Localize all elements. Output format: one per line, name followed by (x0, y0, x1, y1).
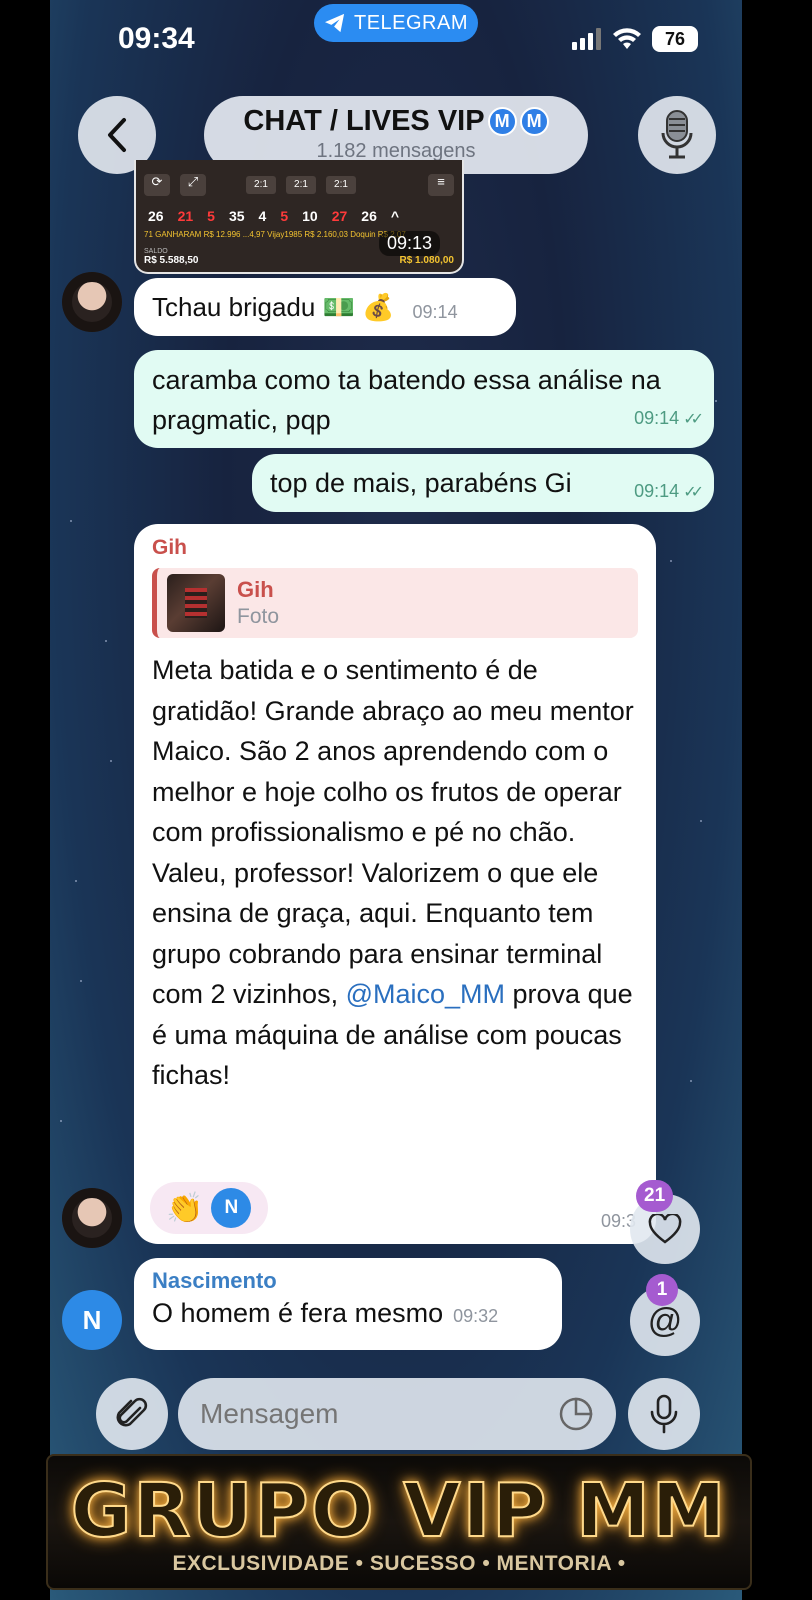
avatar[interactable]: N (62, 1290, 122, 1350)
bet-total: R$ 1.080,00 (399, 255, 455, 266)
mentions-count-badge: 1 (646, 1274, 678, 1306)
at-sign-icon: @ (647, 1301, 683, 1340)
read-checks-icon: ✓✓ (683, 484, 704, 501)
balance: SALDO R$ 5.588,50 (144, 248, 199, 266)
clapping-hands-icon: 👏 (166, 1191, 204, 1225)
roulette-number: 5 (207, 208, 215, 224)
reply-type: Foto (237, 605, 280, 628)
roulette-number: 26 (361, 208, 377, 224)
message-text: caramba como ta batendo essa análise na … (152, 365, 661, 435)
menu-icon: ≡ (428, 174, 454, 196)
right-black-border (742, 0, 812, 1600)
message-text-part: Meta batida e o sentimento é de gratidão… (152, 655, 634, 1009)
roulette-number: 35 (228, 208, 245, 224)
roulette-history: 26 21 5 35 4 5 10 27 26 ^ (148, 208, 399, 224)
reply-thumbnail (167, 574, 225, 632)
roulette-number: 4 (258, 208, 267, 224)
roulette-screenshot-image[interactable]: ⟳ ⤢ 2:1 2:1 2:1 ≡ 26 21 5 35 4 5 10 27 2… (134, 160, 464, 274)
read-checks-icon: ✓✓ (683, 411, 704, 428)
chevron-left-icon (108, 118, 126, 152)
outgoing-message[interactable]: caramba como ta batendo essa análise na … (134, 350, 714, 448)
roulette-number: 5 (280, 208, 289, 224)
reaction-chip[interactable]: 👏 N (150, 1182, 268, 1234)
m-badge-icon: M (519, 107, 549, 136)
mention-link[interactable]: @Maico_MM (346, 979, 505, 1009)
refresh-icon: ⟳ (144, 174, 170, 196)
reactor-avatar: N (211, 1188, 252, 1228)
message-meta: 09:14 ✓✓ (634, 395, 704, 440)
image-timestamp: 09:13 (378, 231, 440, 256)
reply-sender: Gih (237, 577, 274, 602)
group-avatar-button[interactable] (638, 96, 716, 174)
outgoing-message[interactable]: top de mais, parabéns Gi 09:14 ✓✓ (252, 454, 714, 512)
incoming-message[interactable]: Nascimento O homem é fera mesmo 09:32 (134, 1258, 562, 1350)
roulette-number: 21 (177, 208, 194, 224)
chevron-up-icon: ^ (390, 208, 400, 224)
message-text: top de mais, parabéns Gi (270, 467, 572, 498)
heart-icon (648, 1214, 682, 1244)
telegram-plane-icon (324, 13, 345, 33)
wifi-icon (613, 28, 641, 49)
roulette-number: 27 (331, 208, 348, 224)
message-input[interactable] (178, 1378, 616, 1450)
incoming-message[interactable]: Tchau brigadu 💵 💰 09:14 (134, 278, 516, 336)
paperclip-icon (116, 1397, 148, 1427)
avatar[interactable] (62, 272, 122, 332)
roulette-number: 26 (148, 208, 164, 224)
roulette-chip: 2:1 (246, 176, 276, 194)
microphone-icon (650, 1394, 678, 1434)
expand-icon: ⤢ (180, 174, 206, 196)
message-text: Meta batida e o sentimento é de gratidão… (152, 650, 638, 1096)
message-text: Tchau brigadu 💵 💰 (152, 291, 395, 322)
balance-value: R$ 5.588,50 (144, 255, 199, 266)
telegram-pill-label: TELEGRAM (353, 11, 469, 34)
voice-record-button[interactable] (628, 1378, 700, 1450)
message-time: 09:14 (412, 301, 458, 322)
chat-title: CHAT / LIVES VIP (243, 105, 485, 137)
sender-name[interactable]: Nascimento (152, 1268, 544, 1294)
roulette-chip: 2:1 (286, 176, 316, 194)
promo-banner: GRUPO VIP MM EXCLUSIVIDADE • SUCESSO • M… (46, 1454, 752, 1590)
reply-preview[interactable]: Gih Foto (152, 568, 638, 638)
banner-title: GRUPO VIP MM (70, 1467, 728, 1555)
sticker-button[interactable] (558, 1396, 594, 1432)
roulette-number: 10 (302, 208, 318, 224)
message-time: 09:14 (634, 481, 680, 501)
message-time: 09:14 (634, 408, 680, 428)
battery-indicator: 76 (652, 26, 698, 52)
status-icons: 76 (572, 26, 698, 52)
message-text: O homem é fera mesmo (152, 1298, 444, 1328)
avatar[interactable] (62, 1188, 122, 1248)
left-black-border (0, 0, 50, 1600)
balance-label: SALDO (144, 248, 168, 255)
attach-button[interactable] (96, 1378, 168, 1450)
sender-name[interactable]: Gih (152, 536, 638, 560)
reactions-count-badge: 21 (636, 1180, 674, 1212)
studio-microphone-icon (661, 110, 693, 159)
roulette-chip: 2:1 (326, 176, 356, 194)
chat-screen: 09:34 TELEGRAM 76 CHAT / LIVES VIP M M 1… (50, 0, 742, 1600)
sticker-icon (559, 1397, 593, 1431)
cellular-signal-icon (572, 28, 601, 50)
message-meta: 09:14 ✓✓ (634, 473, 704, 504)
status-time: 09:34 (118, 22, 195, 55)
m-badge-icon: M (487, 107, 517, 136)
banner-tagline: EXCLUSIVIDADE • SUCESSO • MENTORIA • (172, 1552, 626, 1575)
incoming-message[interactable]: Gih Gih Foto Meta batida e o sentimento … (134, 524, 656, 1244)
winners-ticker: 71 GANHARAM R$ 12.996 ...4,97 Vijay1985 … (144, 230, 406, 239)
message-time: 09:32 (453, 1306, 499, 1326)
telegram-return-pill[interactable]: TELEGRAM (314, 4, 478, 42)
